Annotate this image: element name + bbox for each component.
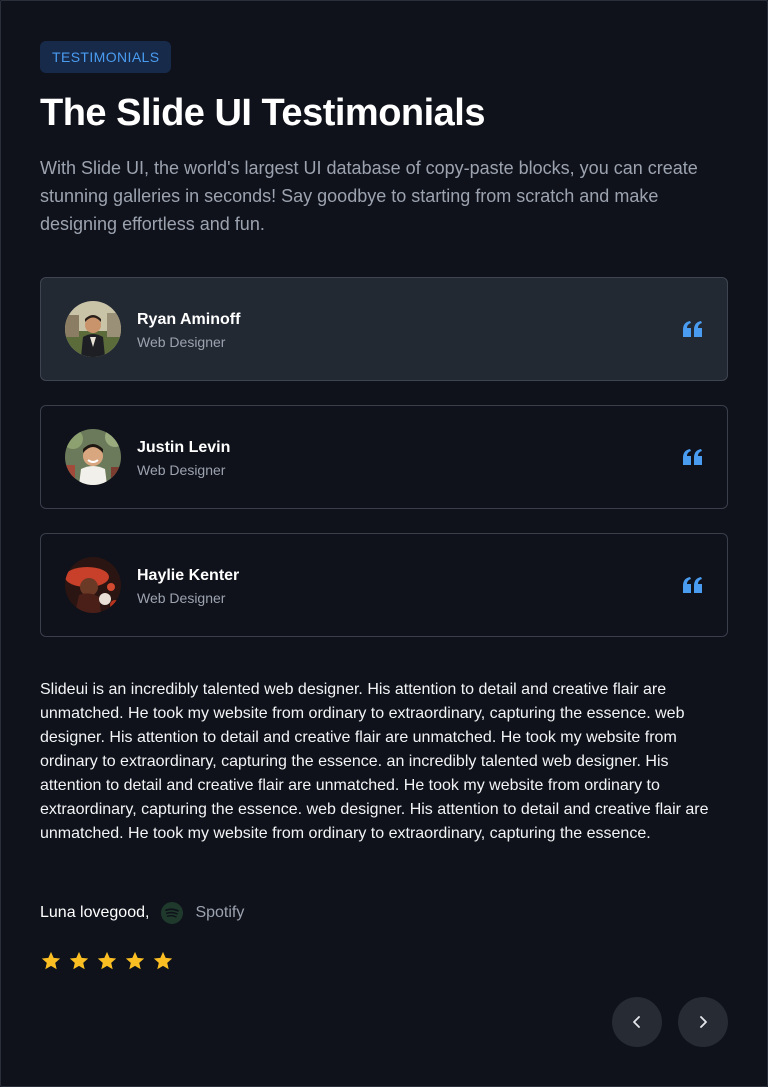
testimonial-role: Web Designer bbox=[137, 333, 226, 350]
avatar bbox=[65, 557, 121, 613]
quote-icon bbox=[683, 449, 702, 465]
page-title: The Slide UI Testimonials bbox=[40, 92, 486, 134]
star-rating bbox=[40, 950, 174, 972]
company-name: Spotify bbox=[195, 904, 245, 921]
testimonial-name: Haylie Kenter bbox=[137, 566, 240, 584]
avatar bbox=[65, 301, 121, 357]
testimonial-text: Slideui is an incredibly talented web de… bbox=[40, 681, 709, 842]
quote-icon bbox=[683, 577, 702, 593]
testimonial-role: Web Designer bbox=[137, 461, 226, 478]
testimonial-name: Justin Levin bbox=[137, 438, 231, 456]
previous-button[interactable] bbox=[612, 997, 662, 1047]
chevron-left-icon bbox=[633, 1016, 640, 1028]
testimonial-name: Ryan Aminoff bbox=[137, 310, 241, 328]
testimonial-role: Web Designer bbox=[137, 589, 226, 606]
page-subtitle: With Slide UI, the world's largest UI da… bbox=[40, 158, 698, 234]
star-icon bbox=[97, 951, 117, 970]
avatar bbox=[65, 429, 121, 485]
testimonial-author: Luna lovegood, Spotify bbox=[40, 900, 244, 926]
spotify-icon bbox=[161, 902, 184, 924]
chevron-right-icon bbox=[700, 1016, 707, 1028]
testimonial-card-justin[interactable]: Justin Levin Web Designer bbox=[40, 405, 728, 509]
quote-icon bbox=[683, 321, 702, 337]
next-button[interactable] bbox=[678, 997, 728, 1047]
section-badge: TESTIMONIALS bbox=[40, 41, 172, 73]
testimonial-card-ryan[interactable]: Ryan Aminoff Web Designer bbox=[40, 277, 728, 381]
star-icon bbox=[41, 951, 61, 970]
author-name: Luna lovegood, bbox=[40, 904, 150, 921]
star-icon bbox=[69, 951, 89, 970]
testimonial-card-haylie[interactable]: Haylie Kenter Web Designer bbox=[40, 533, 728, 637]
star-icon bbox=[153, 951, 173, 970]
star-icon bbox=[125, 951, 145, 970]
